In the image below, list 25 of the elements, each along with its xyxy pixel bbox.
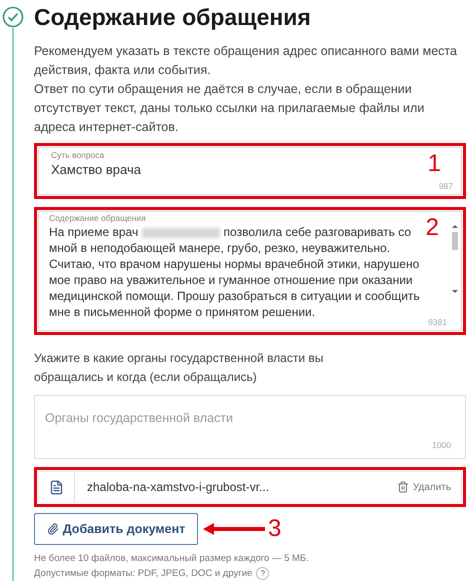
annotation-number: 1 bbox=[428, 150, 441, 178]
intro-text: Рекомендуем указать в тексте обращения адрес описанного вами места действия, факта или события. bbox=[34, 43, 458, 79]
annotation-number: 2 bbox=[426, 214, 439, 242]
authorities-prompt: Укажите в какие органы государственной власти вы обращались и когда (если обращались) bbox=[34, 350, 324, 386]
delete-button[interactable]: Удалить bbox=[396, 480, 451, 494]
arrow-icon bbox=[202, 522, 266, 536]
annotation-number: 3 bbox=[268, 516, 282, 542]
file-name: zhaloba-na-xamstvo-i-grubost-vr... bbox=[87, 479, 270, 496]
field-value: Хамство врача bbox=[51, 161, 141, 179]
upload-note: Не более 10 файлов, максимальный размер каждого — 5 МБ. bbox=[34, 552, 310, 566]
upload-note: Допустимые форматы: PDF, JPEG, DOC и другие bbox=[34, 567, 252, 581]
field-label: Содержание обращения bbox=[49, 213, 147, 224]
file-icon bbox=[49, 480, 64, 494]
field-label: Суть вопроса bbox=[51, 150, 106, 161]
char-counter: 1000 bbox=[432, 439, 451, 452]
char-counter: 987 bbox=[438, 180, 453, 193]
add-document-button[interactable]: Добавить документ bbox=[34, 513, 198, 545]
help-icon[interactable]: ? bbox=[256, 567, 270, 580]
scrollbar-icon bbox=[451, 224, 459, 294]
paperclip-icon bbox=[46, 523, 59, 535]
field-placeholder: Органы государственной власти bbox=[45, 411, 233, 425]
trash-icon bbox=[396, 481, 409, 493]
intro-text: Ответ по сути обращения не даётся в случае, если в обращении отсутствует текст, даны только ссылки на прилагаемые файлы или адреса интернет-сайтов. bbox=[34, 81, 426, 136]
section-title: Содержание обращения bbox=[34, 3, 312, 32]
char-counter: 9381 bbox=[428, 316, 447, 329]
